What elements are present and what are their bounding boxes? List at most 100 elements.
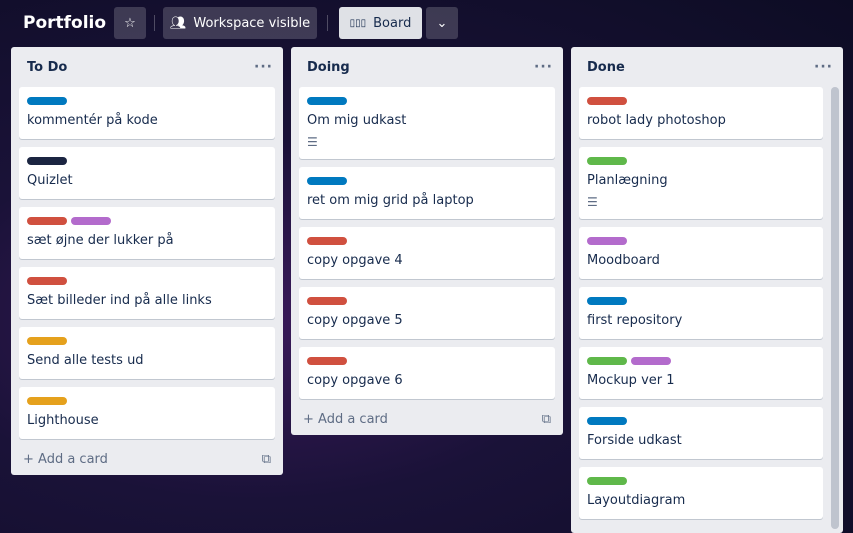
visibility-button[interactable]: 👥︎ Workspace visible (163, 7, 317, 39)
card-labels (587, 417, 815, 425)
card-title: Planlægning (587, 173, 668, 188)
label-blue[interactable] (307, 177, 347, 185)
card-title: copy opgave 6 (307, 373, 403, 388)
card[interactable]: Send alle tests ud (19, 327, 275, 379)
chevron-down-icon: ⌄ (436, 15, 448, 31)
star-button[interactable]: ☆ (114, 7, 146, 39)
description-icon: ☰ (587, 195, 598, 209)
card-labels (587, 237, 815, 245)
card[interactable]: robot lady photoshop (579, 87, 823, 139)
label-purple[interactable] (71, 217, 111, 225)
label-red[interactable] (587, 97, 627, 105)
list-menu-icon[interactable]: ··· (254, 59, 273, 75)
board-view-button[interactable]: ▯▯▯ Board (339, 7, 422, 39)
label-blue[interactable] (307, 97, 347, 105)
card[interactable]: Sæt billeder ind på alle links (19, 267, 275, 319)
card-labels (587, 297, 815, 305)
people-icon: 👥︎ (169, 15, 187, 31)
card-title: Moodboard (587, 253, 660, 268)
card[interactable]: kommentér på kode (19, 87, 275, 139)
card[interactable]: Lighthouse (19, 387, 275, 439)
card-title: copy opgave 5 (307, 313, 403, 328)
label-navy[interactable] (27, 157, 67, 165)
label-red[interactable] (307, 297, 347, 305)
card[interactable]: copy opgave 5 (299, 287, 555, 339)
card-title: Lighthouse (27, 413, 99, 428)
card-title: Forside udkast (587, 433, 682, 448)
card-list: Om mig udkast ☰ ret om mig grid på laptop c… (291, 87, 563, 399)
label-blue[interactable] (27, 97, 67, 105)
card[interactable]: copy opgave 6 (299, 347, 555, 399)
card[interactable]: copy opgave 4 (299, 227, 555, 279)
label-orange[interactable] (27, 397, 67, 405)
list-header: Done ··· (571, 47, 843, 87)
label-red[interactable] (27, 277, 67, 285)
view-dropdown-button[interactable]: ⌄ (426, 7, 458, 39)
card-title: first repository (587, 313, 683, 328)
template-icon[interactable]: ⧉ (542, 412, 551, 427)
add-card-label: Add a card (38, 451, 108, 467)
card-title: Sæt billeder ind på alle links (27, 293, 212, 308)
list-menu-icon[interactable]: ··· (534, 59, 553, 75)
card-title: copy opgave 4 (307, 253, 403, 268)
board-icon: ▯▯▯ (349, 17, 367, 29)
list-to-do: To Do ··· kommentér på kode Quizlet sæt øjne… (11, 47, 283, 475)
label-orange[interactable] (27, 337, 67, 345)
card-labels (307, 237, 547, 245)
card-labels (27, 277, 267, 285)
card[interactable]: Moodboard (579, 227, 823, 279)
card[interactable]: Forside udkast (579, 407, 823, 459)
plus-icon: + (23, 451, 39, 467)
card[interactable]: Om mig udkast ☰ (299, 87, 555, 159)
card[interactable]: first repository (579, 287, 823, 339)
card-labels (587, 477, 815, 485)
add-card-label: Add a card (318, 411, 388, 427)
card-title: Mockup ver 1 (587, 373, 675, 388)
card-labels (587, 157, 815, 165)
label-red[interactable] (307, 357, 347, 365)
card-title: Om mig udkast (307, 113, 407, 128)
label-blue[interactable] (587, 297, 627, 305)
add-card-button[interactable]: + Add a card ⧉ (11, 443, 283, 475)
label-red[interactable] (307, 237, 347, 245)
card-title: ret om mig grid på laptop (307, 193, 474, 208)
label-green[interactable] (587, 357, 627, 365)
list-title[interactable]: Done (587, 60, 625, 75)
label-green[interactable] (587, 477, 627, 485)
template-icon[interactable]: ⧉ (262, 452, 271, 467)
card-labels (27, 157, 267, 165)
label-blue[interactable] (587, 417, 627, 425)
card-labels (27, 217, 267, 225)
card[interactable]: Layoutdiagram (579, 467, 823, 519)
card-labels (27, 397, 267, 405)
card-list: robot lady photoshop Planlægning ☰ Moodboar… (571, 87, 843, 519)
card-title: Layoutdiagram (587, 493, 686, 508)
list-title[interactable]: Doing (307, 60, 350, 75)
label-green[interactable] (587, 157, 627, 165)
card-labels (307, 297, 547, 305)
label-purple[interactable] (631, 357, 671, 365)
label-red[interactable] (27, 217, 67, 225)
list-menu-icon[interactable]: ··· (814, 59, 833, 75)
card[interactable]: Planlægning ☰ (579, 147, 823, 219)
card[interactable]: ret om mig grid på laptop (299, 167, 555, 219)
board-header: Portfolio ☆ 👥︎ Workspace visible ▯▯▯ Board… (0, 7, 853, 39)
card-labels (307, 97, 547, 105)
list-done: Done ··· robot lady photoshop Planlægning ☰ M… (571, 47, 843, 533)
add-card-button[interactable]: + Add a card ⧉ (291, 403, 563, 435)
board-view-label: Board (373, 15, 412, 31)
scrollbar[interactable] (831, 87, 839, 529)
card-labels (307, 177, 547, 185)
card[interactable]: Quizlet (19, 147, 275, 199)
card-title: robot lady photoshop (587, 113, 726, 128)
list-title[interactable]: To Do (27, 60, 67, 75)
card[interactable]: Mockup ver 1 (579, 347, 823, 399)
board-title[interactable]: Portfolio (23, 13, 106, 33)
card[interactable]: sæt øjne der lukker på (19, 207, 275, 259)
divider (327, 15, 328, 31)
card-labels (587, 97, 815, 105)
divider (154, 15, 155, 31)
list-header: Doing ··· (291, 47, 563, 87)
scrollbar-thumb[interactable] (831, 87, 839, 529)
label-purple[interactable] (587, 237, 627, 245)
